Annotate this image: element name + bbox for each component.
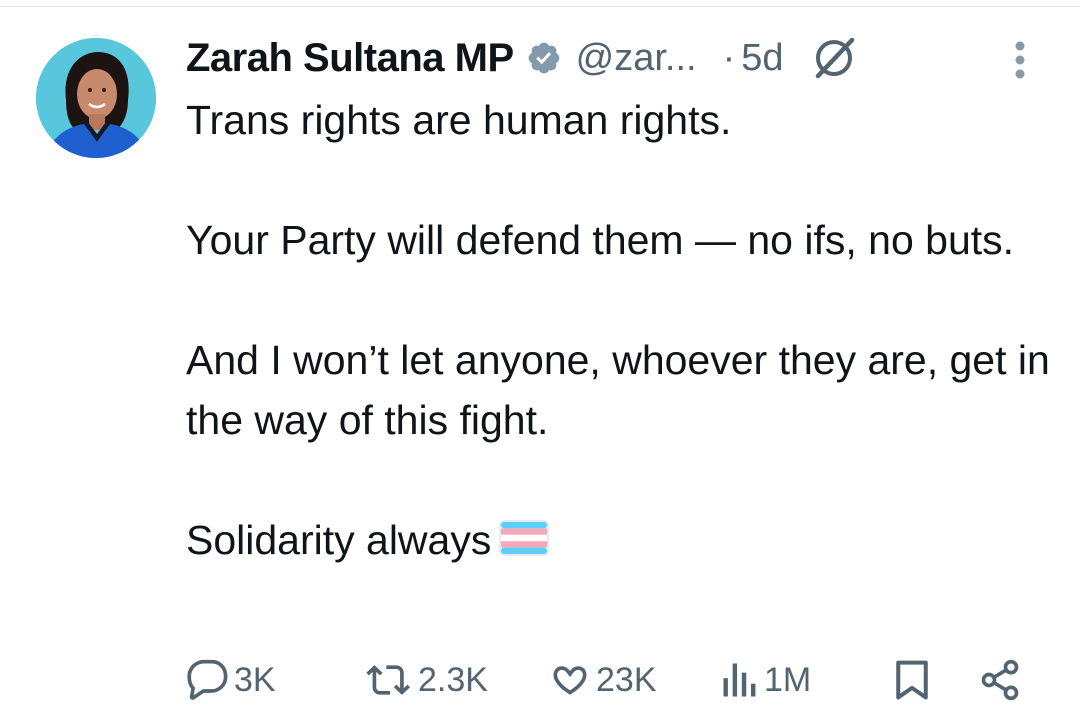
bookmark-button[interactable]: [892, 652, 932, 708]
like-count: 23K: [596, 660, 657, 699]
author-handle[interactable]: @zar...: [576, 37, 697, 80]
more-icon[interactable]: [1006, 40, 1034, 84]
repost-count: 2.3K: [418, 660, 488, 699]
views-count: 1M: [764, 660, 812, 699]
tweet[interactable]: Zarah Sultana MP @zar... · 5d Trans righ…: [0, 0, 1080, 712]
verified-badge-icon[interactable]: [526, 40, 562, 76]
tweet-age[interactable]: 5d: [741, 37, 783, 80]
action-bar: 3K 2.3K 23K 1M: [186, 652, 1036, 708]
meta-separator: ·: [722, 36, 736, 79]
reply-count: 3K: [234, 660, 276, 699]
tweet-paragraph-last: Solidarity always: [186, 510, 1066, 570]
repost-icon: [366, 658, 414, 702]
display-name[interactable]: Zarah Sultana MP: [186, 36, 514, 81]
tweet-paragraph: Solidarity always: [186, 517, 492, 563]
grok-icon[interactable]: [810, 34, 858, 82]
tweet-paragraph: Your Party will defend them — no ifs, no…: [186, 217, 1015, 263]
views-button[interactable]: 1M: [720, 652, 811, 708]
tweet-header: Zarah Sultana MP @zar... · 5d: [186, 30, 858, 86]
tweet-paragraph: And I won’t let anyone, whoever they are…: [186, 337, 1050, 443]
bookmark-icon: [892, 658, 932, 702]
transgender-flag-icon: [499, 512, 549, 556]
share-button[interactable]: [978, 652, 1022, 708]
like-button[interactable]: 23K: [548, 652, 657, 708]
reply-icon: [186, 658, 230, 702]
share-icon: [978, 658, 1022, 702]
repost-button[interactable]: 2.3K: [366, 652, 488, 708]
reply-button[interactable]: 3K: [186, 652, 276, 708]
like-icon: [548, 658, 592, 702]
tweet-paragraph: Trans rights are human rights.: [186, 97, 732, 143]
avatar[interactable]: [36, 38, 156, 158]
views-icon: [720, 658, 760, 702]
tweet-text: Trans rights are human rights. Your Part…: [186, 90, 1066, 570]
